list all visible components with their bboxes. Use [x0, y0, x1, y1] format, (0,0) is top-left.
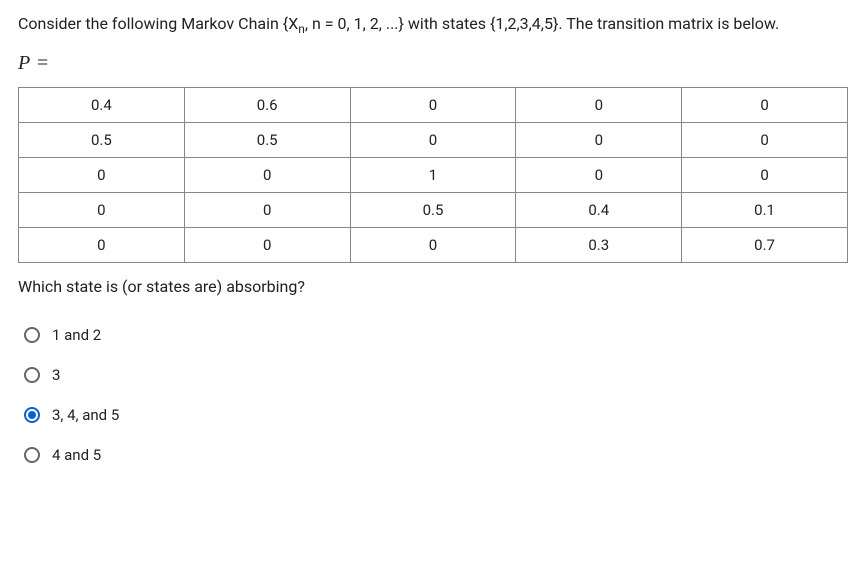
matrix-cell: 0 — [350, 123, 516, 158]
matrix-cell: 0 — [184, 228, 350, 263]
matrix-cell: 0.1 — [682, 193, 848, 228]
matrix-row: 0.40.6000 — [19, 88, 848, 123]
question-prompt: Which state is (or states are) absorbing… — [18, 277, 848, 296]
question-intro: Consider the following Markov Chain {Xn,… — [18, 12, 848, 38]
matrix-row: 00100 — [19, 158, 848, 193]
answer-options: 1 and 2 3 3, 4, and 5 4 and 5 — [18, 326, 848, 464]
matrix-cell: 0 — [184, 158, 350, 193]
matrix-label: P = — [18, 52, 848, 75]
matrix-row: 0.50.5000 — [19, 123, 848, 158]
matrix-cell: 0.5 — [350, 193, 516, 228]
matrix-cell: 0.5 — [19, 123, 185, 158]
matrix-cell: 0.4 — [516, 193, 682, 228]
option-label: 1 and 2 — [52, 326, 101, 344]
matrix-cell: 0 — [682, 123, 848, 158]
matrix-cell: 0 — [516, 123, 682, 158]
matrix-cell: 0.5 — [184, 123, 350, 158]
matrix-cell: 0.4 — [19, 88, 185, 123]
matrix-cell: 0 — [682, 88, 848, 123]
matrix-cell: 0.7 — [682, 228, 848, 263]
transition-matrix: 0.40.60000.50.500000100000.50.40.10000.3… — [18, 87, 848, 263]
matrix-cell: 0 — [516, 88, 682, 123]
equals-sign: = — [37, 52, 48, 74]
matrix-cell: 0.6 — [184, 88, 350, 123]
matrix-cell: 0 — [516, 158, 682, 193]
matrix-cell: 0 — [19, 158, 185, 193]
option-label: 3 — [52, 366, 60, 384]
option-label: 3, 4, and 5 — [52, 406, 119, 424]
matrix-cell: 0.3 — [516, 228, 682, 263]
matrix-cell: 0 — [19, 228, 185, 263]
matrix-cell: 0 — [19, 193, 185, 228]
radio-icon[interactable] — [24, 367, 40, 383]
p-symbol: P — [18, 52, 30, 74]
radio-icon[interactable] — [24, 407, 40, 423]
radio-icon[interactable] — [24, 327, 40, 343]
matrix-cell: 1 — [350, 158, 516, 193]
matrix-row: 000.50.40.1 — [19, 193, 848, 228]
matrix-cell: 0 — [184, 193, 350, 228]
matrix-body: 0.40.60000.50.500000100000.50.40.10000.3… — [19, 88, 848, 263]
option-1[interactable]: 3 — [24, 366, 848, 384]
option-3[interactable]: 4 and 5 — [24, 446, 848, 464]
option-0[interactable]: 1 and 2 — [24, 326, 848, 344]
option-2[interactable]: 3, 4, and 5 — [24, 406, 848, 424]
matrix-cell: 0 — [682, 158, 848, 193]
matrix-cell: 0 — [350, 228, 516, 263]
matrix-cell: 0 — [350, 88, 516, 123]
radio-icon[interactable] — [24, 447, 40, 463]
option-label: 4 and 5 — [52, 446, 101, 464]
matrix-row: 0000.30.7 — [19, 228, 848, 263]
